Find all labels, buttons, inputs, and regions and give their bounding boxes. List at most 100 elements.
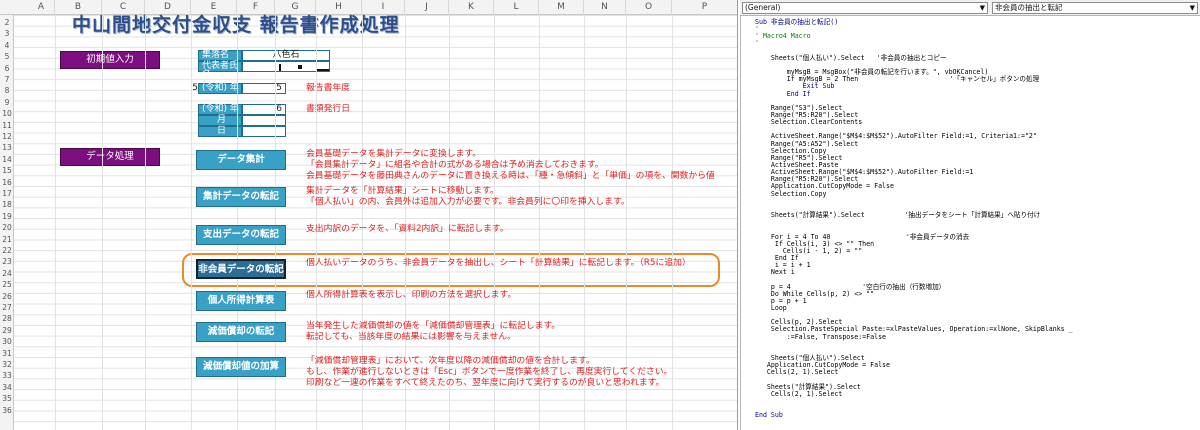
row-header[interactable]: 21 (0, 235, 14, 246)
code-line[interactable]: Selection.ClearContents (755, 118, 862, 126)
code-line[interactable]: Sheets("計算結果").Select '抽出データをシート「計算結果」へ貼… (755, 211, 1040, 219)
description-text: もし、作業が進行しないときは「Esc」ボタンで一度作業を終了し、再度実行してくだ… (306, 367, 673, 377)
row-header[interactable]: 16 (0, 178, 14, 189)
code-line[interactable]: Cells(2, 1).Select (755, 390, 842, 398)
description-text: 当年発生した減価償却の値を「減価償却管理表」に転記します。 (306, 321, 561, 331)
row-header[interactable]: 28 (0, 314, 14, 325)
macro-button[interactable]: 減価償却値の加算 (196, 357, 286, 377)
year-note: 報告書年度 (306, 83, 350, 93)
column-header[interactable]: A (28, 0, 55, 15)
month-label: 月 (198, 115, 242, 126)
row-header[interactable]: 3 (0, 29, 14, 40)
macro-button[interactable]: 個人所得計算表 (196, 291, 286, 311)
row-header-bar: 2 3 4 5 6 7 8 9 10 11 12 13 14 15 16 17 18 19 20 21 22 23 24 25… (0, 15, 14, 430)
macro-button[interactable]: 集計データの転記 (196, 187, 286, 207)
row-header[interactable]: 24 (0, 269, 14, 280)
macro-button[interactable]: データ集計 (196, 150, 286, 170)
grid-line (55, 15, 56, 430)
row-header[interactable]: 23 (0, 257, 14, 268)
code-line[interactable]: Selection.Copy (755, 190, 827, 198)
row-header[interactable]: 19 (0, 212, 14, 223)
year-field[interactable]: 5 (242, 83, 286, 94)
day-field[interactable] (242, 126, 286, 137)
macro-button[interactable]: 減価償却の転記 (196, 322, 286, 342)
row-header[interactable]: 17 (0, 189, 14, 200)
column-header[interactable]: K (449, 0, 494, 15)
row-header[interactable]: 33 (0, 371, 14, 382)
description-text: 「会員集計データ」に組名や合計の式がある場合は予め消去しておきます。 (306, 160, 604, 170)
description-text: 「減価償却管理表」において、次年度以降の減価償却の値を合計します。 (306, 356, 595, 366)
row-header[interactable]: 31 (0, 349, 14, 360)
row-header[interactable]: 2 (0, 18, 14, 29)
description-text: 会員基礎データを藤田典さんのデータに置き換える時は、「種・急傾斜」と「単価」の項… (306, 171, 715, 181)
row-header[interactable]: 29 (0, 326, 14, 337)
code-line[interactable]: :=False, Transpose:=False (755, 333, 886, 341)
chevron-down-icon: ▼ (1189, 4, 1195, 12)
code-line[interactable]: Sub 非会員の抽出と転記() (755, 18, 838, 26)
column-header[interactable]: L (494, 0, 539, 15)
description-text: 個人所得計算表を表示し、印刷の方法を選択します。 (306, 290, 517, 300)
column-header[interactable]: P (672, 0, 737, 15)
column-header[interactable]: J (405, 0, 449, 15)
year-label: (令和) 年 (198, 83, 242, 94)
code-line[interactable]: Cells(2, 1).Select (755, 368, 838, 376)
row-header[interactable]: 10 (0, 109, 14, 120)
code-line[interactable]: End If (755, 90, 811, 98)
code-line[interactable]: Loop (755, 304, 787, 312)
month-field[interactable] (242, 115, 286, 126)
row-header[interactable]: 13 (0, 143, 14, 154)
description-text: 個人払いデータのうち、非会員データを抽出し、シート「計算結果」に転記します。（R… (306, 258, 691, 268)
grid-line (102, 15, 103, 430)
issue-year-field[interactable]: 6 (242, 104, 286, 115)
row-header[interactable]: 14 (0, 155, 14, 166)
macro-button[interactable]: 支出データの転記 (196, 225, 286, 245)
row-header[interactable]: 35 (0, 394, 14, 405)
row-header[interactable]: 8 (0, 86, 14, 97)
column-header[interactable]: N (584, 0, 626, 15)
macro-button[interactable]: 非会員データの転記 (196, 259, 286, 279)
row-header[interactable]: 22 (0, 246, 14, 257)
code-line[interactable]: ' Macro4 Macro (755, 32, 811, 40)
row-header[interactable]: 12 (0, 132, 14, 143)
row-header[interactable]: 26 (0, 292, 14, 303)
row-header[interactable]: 11 (0, 121, 14, 132)
description-text: 転記しても、当該年度の結果には影響を与えません。 (306, 332, 516, 342)
row-header[interactable]: 4 (0, 41, 14, 52)
object-dropdown[interactable]: (General) ▼ (742, 2, 988, 14)
code-pane[interactable]: Sub 非会員の抽出と転記() ' ' Macro4 Macro ' Sheets("… (740, 16, 1200, 430)
row-header[interactable]: 27 (0, 303, 14, 314)
code-line[interactable]: ' (755, 39, 759, 47)
representative-label: 代表者氏名 (198, 61, 242, 80)
row-header[interactable]: 36 (0, 406, 14, 417)
grid-line (191, 15, 192, 430)
row-header[interactable]: 5 (0, 52, 14, 63)
row-header[interactable]: 25 (0, 280, 14, 291)
description-text: 印刷など一連の作業をすべて終えたのち、翌年度に向けて実行するのが良いと思われます… (306, 378, 665, 388)
column-header[interactable]: M (539, 0, 584, 15)
row-header[interactable]: 34 (0, 383, 14, 394)
row-header[interactable]: 32 (0, 360, 14, 371)
issue-year-label: (令和) 年 (198, 104, 242, 115)
year-prefix: 5 (192, 83, 198, 93)
day-label: 日 (198, 126, 242, 137)
grid-line (145, 15, 146, 430)
row-header[interactable]: 30 (0, 337, 14, 348)
column-header[interactable]: O (626, 0, 672, 15)
procedure-dropdown[interactable]: 非会員の抽出と転記 ▼ (992, 2, 1198, 14)
description-text: 支出内訳のデータを、「資料2内訳」に転記します。 (306, 224, 509, 234)
code-line[interactable]: Sheets("個人払い").Select '非会員の抽出とコピー (755, 54, 947, 62)
row-header[interactable]: 9 (0, 98, 14, 109)
description-text: 集計データを「計算結果」シートに移動します。 (306, 186, 499, 196)
row-header[interactable]: 20 (0, 223, 14, 234)
redacted-mark (279, 64, 281, 71)
code-line[interactable]: Next i (755, 268, 795, 276)
description-text: 会員基礎データを集計データに変換します。 (306, 149, 482, 159)
row-header[interactable]: 18 (0, 200, 14, 211)
row-header[interactable]: 15 (0, 166, 14, 177)
vba-editor[interactable]: (General) ▼ 非会員の抽出と転記 ▼ Sub 非会員の抽出と転記() '… (740, 0, 1200, 430)
chevron-down-icon: ▼ (979, 4, 985, 12)
row-header[interactable]: 7 (0, 75, 14, 86)
code-line[interactable]: End Sub (755, 411, 783, 419)
spreadsheet[interactable]: ABCDEFGHIJKLMNOP 2 3 4 5 6 7 8 9 10 11 12 13 14 15 16 1… (0, 0, 738, 430)
row-header[interactable]: 6 (0, 64, 14, 75)
